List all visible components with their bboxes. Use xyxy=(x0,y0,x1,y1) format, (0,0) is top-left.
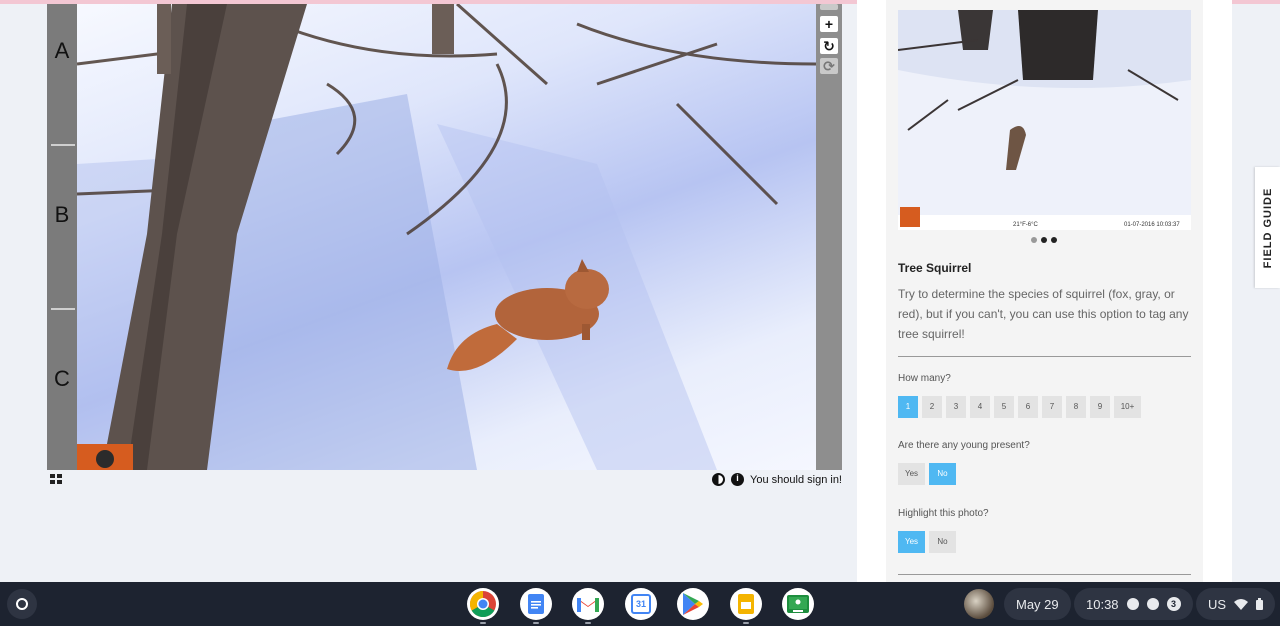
how-many-options: 1 2 3 4 5 6 7 8 9 10+ xyxy=(898,396,1141,418)
count-option-9[interactable]: 9 xyxy=(1090,396,1110,418)
docs-glyph xyxy=(528,594,544,614)
species-description: Try to determine the species of squirrel… xyxy=(898,287,1189,341)
count-option-10-plus[interactable]: 10+ xyxy=(1114,396,1141,418)
carousel-dots xyxy=(1031,237,1057,243)
carousel-dot[interactable] xyxy=(1041,237,1047,243)
sync-icon xyxy=(1146,598,1159,610)
running-indicator xyxy=(743,622,749,624)
zoom-in-button[interactable]: + xyxy=(820,16,838,32)
row-separator xyxy=(51,144,75,146)
species-detail: 21°F-6°C 01-07-2016 10:03:37 Tree Squirr… xyxy=(886,0,1203,582)
divider xyxy=(898,574,1191,575)
running-indicator xyxy=(480,622,486,624)
slides-icon[interactable] xyxy=(730,588,762,624)
row-separator xyxy=(51,308,75,310)
info-icon[interactable]: i xyxy=(731,473,745,486)
date-text: May 29 xyxy=(1016,596,1059,612)
count-option-1[interactable]: 1 xyxy=(898,396,918,418)
reset-view-button[interactable]: ⟳ xyxy=(820,58,838,74)
docs-icon[interactable] xyxy=(520,588,552,624)
classroom-icon[interactable] xyxy=(782,588,814,620)
gmail-icon[interactable] xyxy=(572,588,604,624)
date-pill[interactable]: May 29 xyxy=(1004,588,1071,620)
species-example-photo[interactable]: 21°F-6°C 01-07-2016 10:03:37 xyxy=(898,10,1191,230)
count-option-4[interactable]: 4 xyxy=(970,396,990,418)
trail-camera-photo[interactable] xyxy=(77,4,816,470)
row-label-a: A xyxy=(54,38,70,63)
carousel-dot[interactable] xyxy=(1051,237,1057,243)
young-yes-option[interactable]: Yes xyxy=(898,463,925,485)
thumb-date: 01-07-2016 10:03:37 xyxy=(1124,222,1180,228)
example-photo-scene: 21°F-6°C 01-07-2016 10:03:37 xyxy=(898,10,1191,230)
image-viewer: A B C + ↻ ⟳ xyxy=(47,4,842,470)
young-present-options: Yes No xyxy=(898,463,956,485)
grid-view-icon[interactable] xyxy=(50,474,63,485)
viewer-footer: i You should sign in! xyxy=(47,470,842,492)
slides-glyph xyxy=(738,594,754,614)
young-no-option[interactable]: No xyxy=(929,463,956,485)
os-taskbar: 31 May 29 10:38 3 US xyxy=(0,582,1280,626)
status-pill[interactable]: 10:38 3 xyxy=(1074,588,1193,620)
sign-in-notice[interactable]: You should sign in! xyxy=(750,474,842,486)
count-option-7[interactable]: 7 xyxy=(1042,396,1062,418)
contrast-icon[interactable] xyxy=(712,473,726,486)
count-option-8[interactable]: 8 xyxy=(1066,396,1086,418)
rotate-button[interactable]: ↻ xyxy=(820,38,838,54)
field-guide-tab[interactable]: FIELD GUIDE xyxy=(1255,167,1280,288)
chrome-glyph xyxy=(470,591,496,617)
scroll-up-button[interactable] xyxy=(820,4,838,10)
chrome-icon[interactable] xyxy=(467,588,499,624)
carousel-dot[interactable] xyxy=(1031,237,1037,243)
species-panel: 21°F-6°C 01-07-2016 10:03:37 Tree Squirr… xyxy=(857,0,1232,582)
play-store-icon[interactable] xyxy=(677,588,709,620)
calendar-icon[interactable]: 31 xyxy=(625,588,657,620)
row-labels: A B C xyxy=(47,4,77,470)
divider xyxy=(898,356,1191,357)
row-label-b: B xyxy=(54,202,70,227)
count-option-2[interactable]: 2 xyxy=(922,396,942,418)
calendar-day: 31 xyxy=(631,594,651,614)
gmail-glyph xyxy=(577,598,599,612)
classroom-glyph xyxy=(787,595,809,613)
battery-icon xyxy=(1256,598,1264,610)
highlight-label: Highlight this photo? xyxy=(898,508,989,519)
highlight-yes-option[interactable]: Yes xyxy=(898,531,925,553)
highlight-no-option[interactable]: No xyxy=(929,531,956,553)
field-guide-label: FIELD GUIDE xyxy=(1261,187,1274,268)
count-option-3[interactable]: 3 xyxy=(946,396,966,418)
young-present-label: Are there any young present? xyxy=(898,440,1030,451)
add-circle-icon xyxy=(1126,598,1139,610)
launcher-button[interactable] xyxy=(7,589,37,619)
thumb-stamp: 21°F-6°C xyxy=(1013,222,1038,228)
system-tray-pill[interactable]: US xyxy=(1196,588,1276,620)
launcher-icon xyxy=(16,598,28,610)
user-avatar[interactable] xyxy=(964,589,994,619)
time-text: 10:38 xyxy=(1086,596,1119,612)
count-option-6[interactable]: 6 xyxy=(1018,396,1038,418)
how-many-label: How many? xyxy=(898,373,951,384)
viewer-toolbar: + ↻ ⟳ xyxy=(816,4,842,470)
row-label-c: C xyxy=(54,366,70,391)
locale-text: US xyxy=(1208,596,1227,612)
species-name: Tree Squirrel xyxy=(898,261,972,275)
highlight-options: Yes No xyxy=(898,531,956,553)
wifi-icon xyxy=(1234,598,1249,610)
running-indicator xyxy=(533,622,539,624)
count-option-5[interactable]: 5 xyxy=(994,396,1014,418)
notification-count: 3 xyxy=(1166,597,1181,611)
running-indicator xyxy=(585,622,591,624)
photo-scene xyxy=(77,4,816,470)
play-store-glyph xyxy=(683,593,703,615)
